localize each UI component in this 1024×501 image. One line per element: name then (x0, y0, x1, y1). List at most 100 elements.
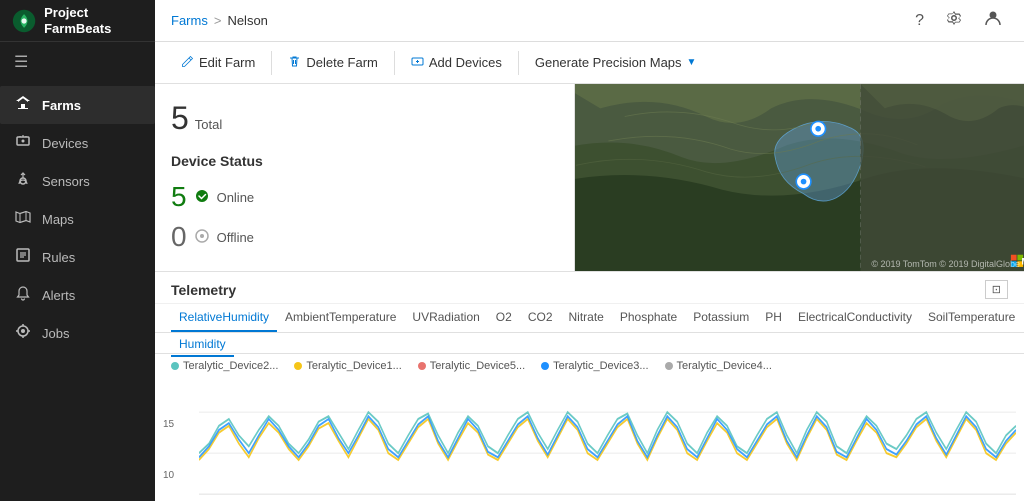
devices-label: Devices (42, 136, 88, 151)
offline-label: Offline (217, 230, 254, 245)
edit-farm-label: Edit Farm (199, 55, 255, 70)
generate-maps-button[interactable]: Generate Precision Maps ▼ (525, 49, 707, 76)
toolbar-separator-1 (271, 51, 272, 75)
sidebar-item-farms[interactable]: Farms (0, 86, 155, 124)
user-button[interactable] (978, 5, 1008, 36)
tab-nitrate[interactable]: Nitrate (561, 304, 612, 332)
add-devices-icon (411, 55, 424, 71)
breadcrumb-current: Nelson (227, 13, 267, 28)
add-devices-label: Add Devices (429, 55, 502, 70)
legend-label-3: Teralytic_Device3... (553, 360, 648, 372)
toolbar-separator-3 (518, 51, 519, 75)
breadcrumb-separator: > (214, 13, 222, 28)
telemetry-legend: Teralytic_Device2... Teralytic_Device1..… (155, 354, 1024, 378)
tab-o2[interactable]: O2 (488, 304, 520, 332)
telemetry-expand-button[interactable]: ⊡ (985, 280, 1008, 299)
total-label: Total (195, 117, 222, 132)
tab-co2[interactable]: CO2 (520, 304, 561, 332)
map-terrain-svg: Microsoft (575, 84, 1024, 271)
delete-farm-label: Delete Farm (306, 55, 378, 70)
telemetry-chart (199, 378, 1016, 501)
topbar-actions: ? (909, 5, 1008, 36)
legend-dot-4 (665, 362, 673, 370)
sidebar: Project FarmBeats ☰ Farms Devices (0, 0, 155, 501)
sidebar-nav: Farms Devices Sensors (0, 82, 155, 501)
sidebar-item-alerts[interactable]: Alerts (0, 276, 155, 314)
sensors-icon (14, 171, 32, 191)
telemetry-section: Telemetry ⊡ RelativeHumidity AmbientTemp… (155, 271, 1024, 501)
y-axis: 15 10 (163, 378, 174, 481)
total-stats: 5 Total (171, 100, 558, 137)
tab-uv-radiation[interactable]: UVRadiation (404, 304, 487, 332)
app-logo: Project FarmBeats (0, 0, 155, 42)
legend-dot-2 (418, 362, 426, 370)
legend-item-2: Teralytic_Device5... (418, 360, 525, 372)
main-content: Farms > Nelson ? (155, 0, 1024, 501)
rules-label: Rules (42, 250, 75, 265)
breadcrumb: Farms > Nelson (171, 13, 268, 28)
add-devices-button[interactable]: Add Devices (401, 49, 512, 77)
sensors-label: Sensors (42, 174, 90, 189)
tab-electrical-conductivity[interactable]: ElectricalConductivity (790, 304, 920, 332)
map-copyright: © 2019 TomTom © 2019 DigitalGlobe (867, 257, 1024, 271)
legend-item-3: Teralytic_Device3... (541, 360, 648, 372)
offline-count: 0 (171, 221, 187, 253)
left-panel: 5 Total Device Status 5 Online 0 (155, 84, 575, 271)
alerts-label: Alerts (42, 288, 75, 303)
farms-icon (14, 95, 32, 115)
telemetry-sub-tabs: Humidity (155, 333, 1024, 354)
tab-ph[interactable]: PH (757, 304, 790, 332)
tab-relative-humidity[interactable]: RelativeHumidity (171, 304, 277, 332)
toolbar-separator-2 (394, 51, 395, 75)
tab-soil-temp[interactable]: SoilTemperature (920, 304, 1023, 332)
legend-label-0: Teralytic_Device2... (183, 360, 278, 372)
farm-map[interactable]: Microsoft © 2019 TomTom © 2019 DigitalGl… (575, 84, 1024, 271)
sidebar-item-maps[interactable]: Maps (0, 200, 155, 238)
sidebar-item-jobs[interactable]: Jobs (0, 314, 155, 352)
devices-icon (14, 133, 32, 153)
legend-item-1: Teralytic_Device1... (294, 360, 401, 372)
offline-status-row: 0 Offline (171, 221, 558, 253)
sidebar-item-rules[interactable]: Rules (0, 238, 155, 276)
online-label: Online (217, 190, 255, 205)
offline-icon (195, 229, 209, 246)
maps-icon (14, 209, 32, 229)
online-count: 5 (171, 181, 187, 213)
edit-farm-button[interactable]: Edit Farm (171, 49, 265, 77)
jobs-icon (14, 323, 32, 343)
y-label-15: 15 (163, 419, 174, 430)
chart-area: 15 10 11/06/201900:00:00.000 11/06/20190… (155, 378, 1024, 501)
generate-maps-label: Generate Precision Maps (535, 55, 682, 70)
total-count: 5 (171, 100, 189, 137)
legend-label-2: Teralytic_Device5... (430, 360, 525, 372)
legend-dot-1 (294, 362, 302, 370)
legend-item-4: Teralytic_Device4... (665, 360, 772, 372)
sidebar-item-sensors[interactable]: Sensors (0, 162, 155, 200)
breadcrumb-parent[interactable]: Farms (171, 13, 208, 28)
tab-ambient-temp[interactable]: AmbientTemperature (277, 304, 404, 332)
y-label-10: 10 (163, 470, 174, 481)
device-status-title: Device Status (171, 153, 558, 169)
topbar: Farms > Nelson ? (155, 0, 1024, 42)
legend-dot-3 (541, 362, 549, 370)
telemetry-header: Telemetry ⊡ (155, 272, 1024, 304)
delete-farm-button[interactable]: Delete Farm (278, 49, 388, 77)
hamburger-icon[interactable]: ☰ (0, 42, 155, 82)
edit-icon (181, 55, 194, 71)
dropdown-arrow-icon: ▼ (687, 57, 697, 68)
alerts-icon (14, 285, 32, 305)
tab-phosphate[interactable]: Phosphate (612, 304, 685, 332)
legend-label-1: Teralytic_Device1... (306, 360, 401, 372)
legend-dot-0 (171, 362, 179, 370)
legend-label-4: Teralytic_Device4... (677, 360, 772, 372)
tab-potassium[interactable]: Potassium (685, 304, 757, 332)
app-name: Project FarmBeats (44, 5, 143, 36)
sidebar-item-devices[interactable]: Devices (0, 124, 155, 162)
telemetry-tabs: RelativeHumidity AmbientTemperature UVRa… (155, 304, 1024, 333)
online-status-row: 5 Online (171, 181, 558, 213)
maps-label: Maps (42, 212, 74, 227)
help-button[interactable]: ? (909, 8, 930, 34)
telemetry-title: Telemetry (171, 282, 236, 298)
settings-button[interactable] (940, 6, 968, 35)
logo-icon (12, 7, 36, 35)
